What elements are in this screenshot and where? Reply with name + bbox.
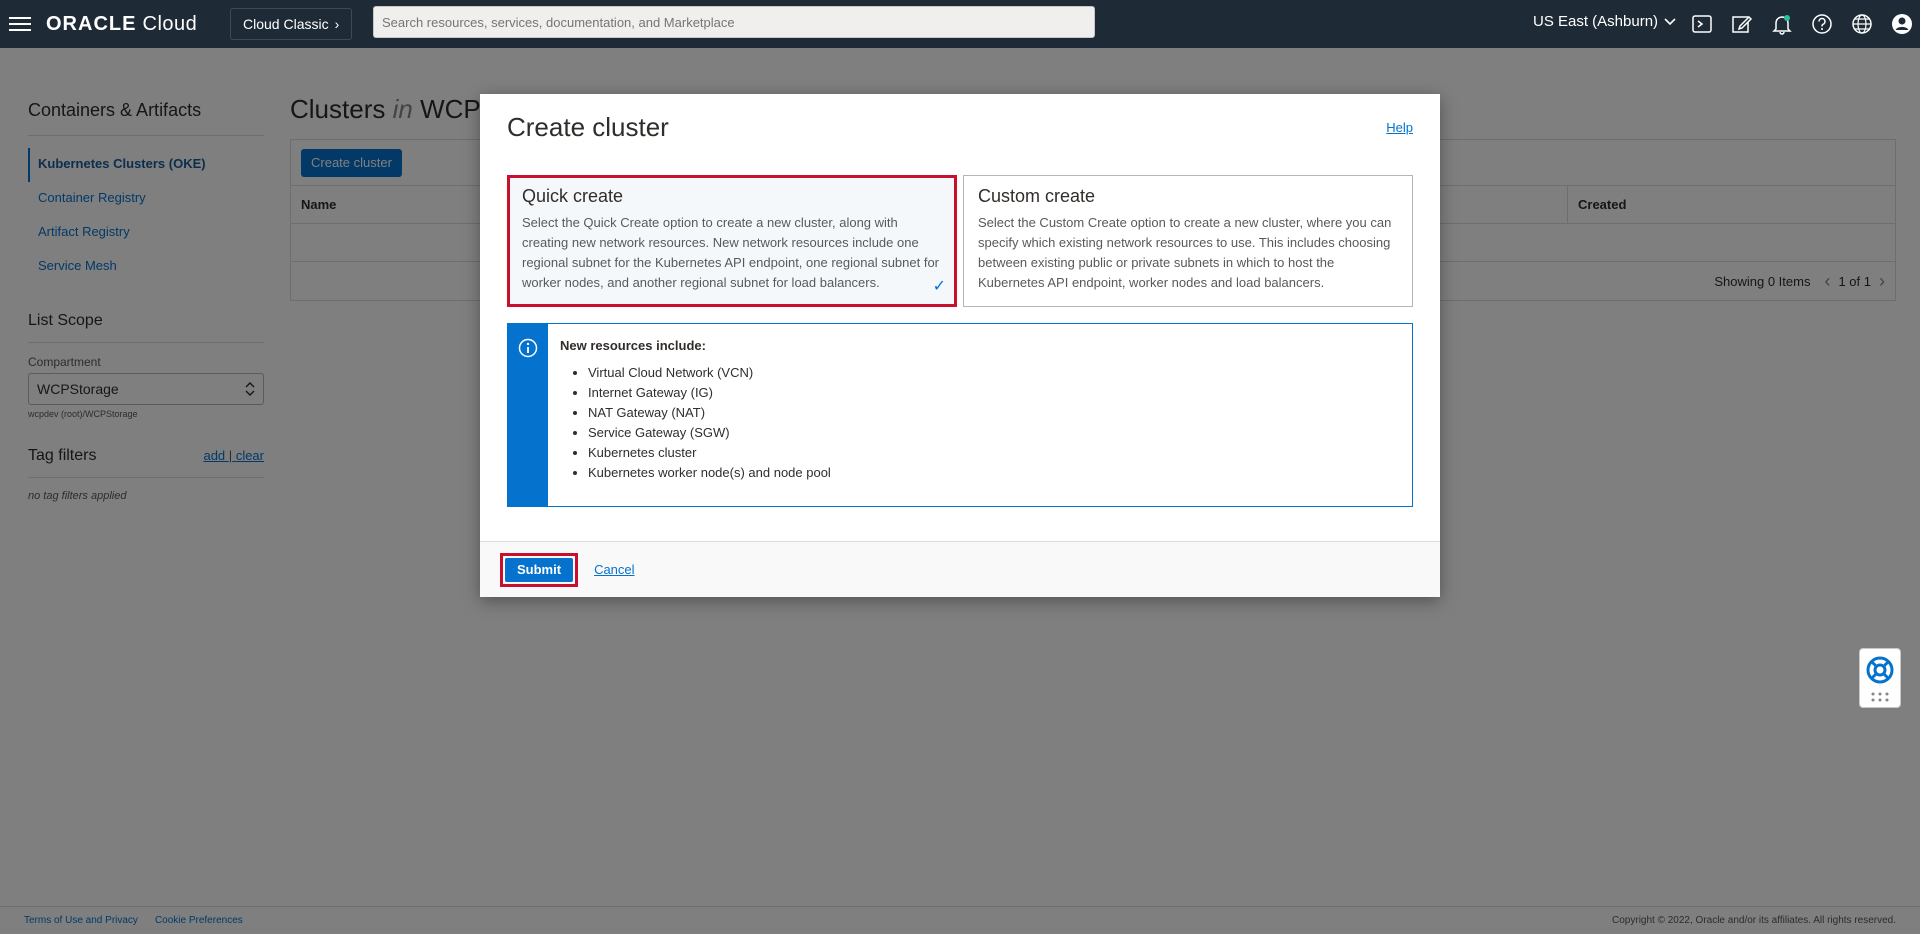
checkmark-icon: ✓ bbox=[932, 278, 946, 295]
dialog-footer: Submit Cancel bbox=[480, 541, 1440, 597]
custom-create-description: Select the Custom Create option to creat… bbox=[978, 215, 1392, 290]
region-selector[interactable]: US East (Ashburn) bbox=[1533, 13, 1676, 30]
logo-brand: ORACLE bbox=[46, 12, 137, 35]
notifications-icon[interactable] bbox=[1768, 10, 1796, 38]
region-label: US East (Ashburn) bbox=[1533, 13, 1659, 30]
custom-create-option[interactable]: Custom create Select the Custom Create o… bbox=[963, 175, 1413, 307]
lifebuoy-icon bbox=[1866, 656, 1894, 684]
help-widget[interactable] bbox=[1859, 648, 1901, 708]
custom-create-title: Custom create bbox=[978, 186, 1096, 206]
chevron-down-icon bbox=[1664, 17, 1676, 25]
edit-icon[interactable] bbox=[1728, 10, 1756, 38]
cloud-classic-button[interactable]: Cloud Classic › bbox=[230, 8, 353, 40]
top-navigation-bar: ORACLE Cloud Cloud Classic › US East (As… bbox=[0, 0, 1920, 48]
quick-create-option[interactable]: Quick create Select the Quick Create opt… bbox=[507, 175, 957, 307]
cancel-link[interactable]: Cancel bbox=[594, 562, 634, 577]
create-cluster-dialog: Create cluster Help Quick create Select … bbox=[480, 94, 1440, 597]
help-icon[interactable] bbox=[1808, 10, 1836, 38]
dialog-title: Create cluster bbox=[507, 111, 669, 142]
globe-icon[interactable] bbox=[1848, 10, 1876, 38]
list-item: Internet Gateway (IG) bbox=[588, 383, 831, 403]
cloud-classic-label: Cloud Classic bbox=[243, 16, 329, 32]
list-item: Virtual Cloud Network (VCN) bbox=[588, 363, 831, 383]
list-item: NAT Gateway (NAT) bbox=[588, 403, 831, 423]
list-item: Kubernetes cluster bbox=[588, 443, 831, 463]
info-heading: New resources include: bbox=[560, 338, 706, 353]
list-item: Service Gateway (SGW) bbox=[588, 423, 831, 443]
logo-product: Cloud bbox=[142, 12, 198, 35]
search-input[interactable] bbox=[373, 6, 1095, 38]
quick-create-title: Quick create bbox=[522, 186, 624, 206]
profile-icon[interactable] bbox=[1888, 10, 1916, 38]
quick-create-description: Select the Quick Create option to create… bbox=[522, 215, 940, 290]
chevron-right-icon: › bbox=[334, 16, 340, 32]
drag-handle-icon[interactable] bbox=[1870, 691, 1890, 703]
oracle-cloud-logo[interactable]: ORACLE Cloud bbox=[46, 13, 218, 36]
info-icon bbox=[518, 338, 538, 358]
new-resources-info: New resources include: Virtual Cloud Net… bbox=[507, 323, 1413, 507]
submit-button[interactable]: Submit bbox=[505, 557, 574, 582]
menu-icon[interactable] bbox=[0, 0, 40, 48]
list-item: Kubernetes worker node(s) and node pool bbox=[588, 463, 831, 483]
cloud-shell-icon[interactable] bbox=[1688, 10, 1716, 38]
help-link[interactable]: Help bbox=[1386, 120, 1413, 135]
